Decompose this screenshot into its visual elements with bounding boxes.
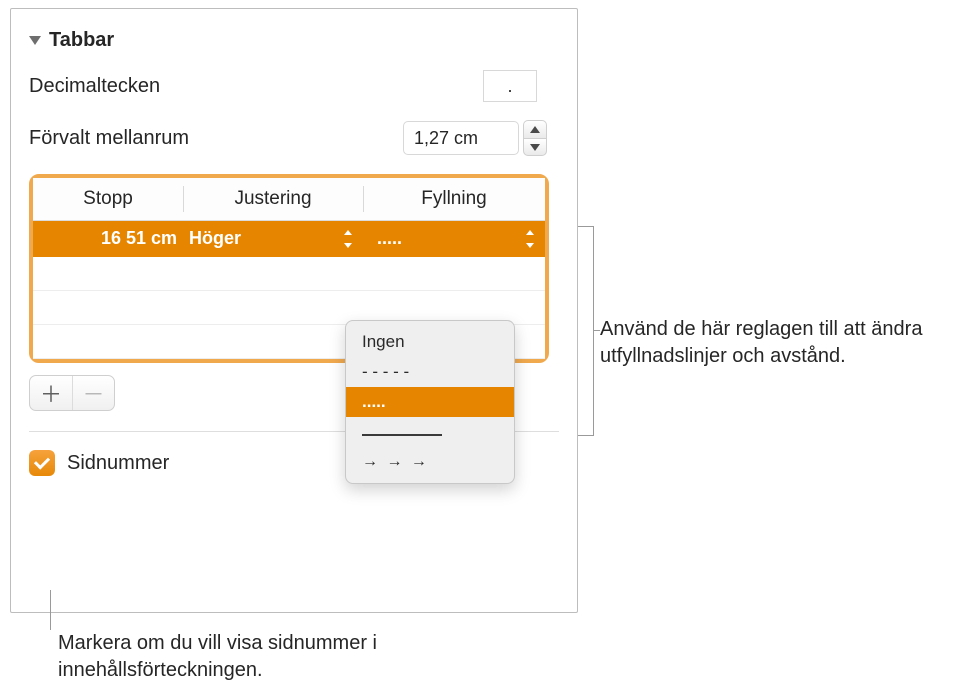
callout-bracket-tail <box>593 330 600 331</box>
col-stop[interactable]: Stopp <box>33 178 183 221</box>
updown-icon <box>341 229 355 249</box>
chevron-down-icon <box>29 36 41 45</box>
solid-line-icon <box>362 434 442 436</box>
table-row <box>33 257 545 291</box>
spacing-step-buttons <box>523 120 547 156</box>
fill-option-arrows[interactable]: → → → <box>346 447 514 477</box>
add-tab-button[interactable]: ＋ <box>30 376 72 410</box>
section-header[interactable]: Tabbar <box>29 29 559 52</box>
fill-option-dashes[interactable]: - - - - - <box>346 357 514 387</box>
fill-option-solid[interactable] <box>346 417 514 447</box>
fill-value: ..... <box>377 228 402 248</box>
step-up-button[interactable] <box>523 120 547 138</box>
section-title: Tabbar <box>49 29 114 52</box>
fill-option-dots[interactable]: ..... <box>346 387 514 417</box>
callout-right: Använd de här reglagen till att ändra ut… <box>600 316 940 370</box>
align-select[interactable]: Höger <box>183 221 363 257</box>
stop-value[interactable]: 16 51 cm <box>33 221 183 257</box>
decimal-label: Decimaltecken <box>29 75 160 98</box>
spacing-row: Förvalt mellanrum 1,27 cm <box>29 120 559 156</box>
callout-lead-line <box>50 590 51 630</box>
callout-bottom: Markera om du vill visa sidnummer i inne… <box>58 630 478 684</box>
chevron-down-icon <box>530 144 540 151</box>
spacing-input[interactable]: 1,27 cm <box>403 121 519 155</box>
arrows-icon: → → → <box>362 453 429 471</box>
decimal-row: Decimaltecken . <box>29 70 559 102</box>
spacing-stepper: 1,27 cm <box>403 120 547 156</box>
remove-tab-button[interactable]: － <box>72 376 114 410</box>
tabs-panel: Tabbar Decimaltecken . Förvalt mellanrum… <box>10 8 578 613</box>
decimal-input[interactable]: . <box>483 70 537 102</box>
chevron-up-icon <box>530 126 540 133</box>
tab-stop-row[interactable]: 16 51 cm Höger ..... <box>33 221 545 257</box>
step-down-button[interactable] <box>523 138 547 156</box>
col-fill[interactable]: Fyllning <box>363 178 545 221</box>
check-icon <box>34 453 50 469</box>
fill-select[interactable]: ..... <box>363 221 545 257</box>
fill-popup[interactable]: Ingen - - - - - ..... → → → <box>345 320 515 484</box>
updown-icon <box>523 229 537 249</box>
page-numbers-label: Sidnummer <box>67 452 169 475</box>
col-align[interactable]: Justering <box>183 178 363 221</box>
align-value: Höger <box>189 228 241 248</box>
page-numbers-checkbox[interactable] <box>29 450 55 476</box>
fill-option-none[interactable]: Ingen <box>346 327 514 357</box>
spacing-label: Förvalt mellanrum <box>29 127 189 150</box>
callout-bracket <box>578 226 594 436</box>
